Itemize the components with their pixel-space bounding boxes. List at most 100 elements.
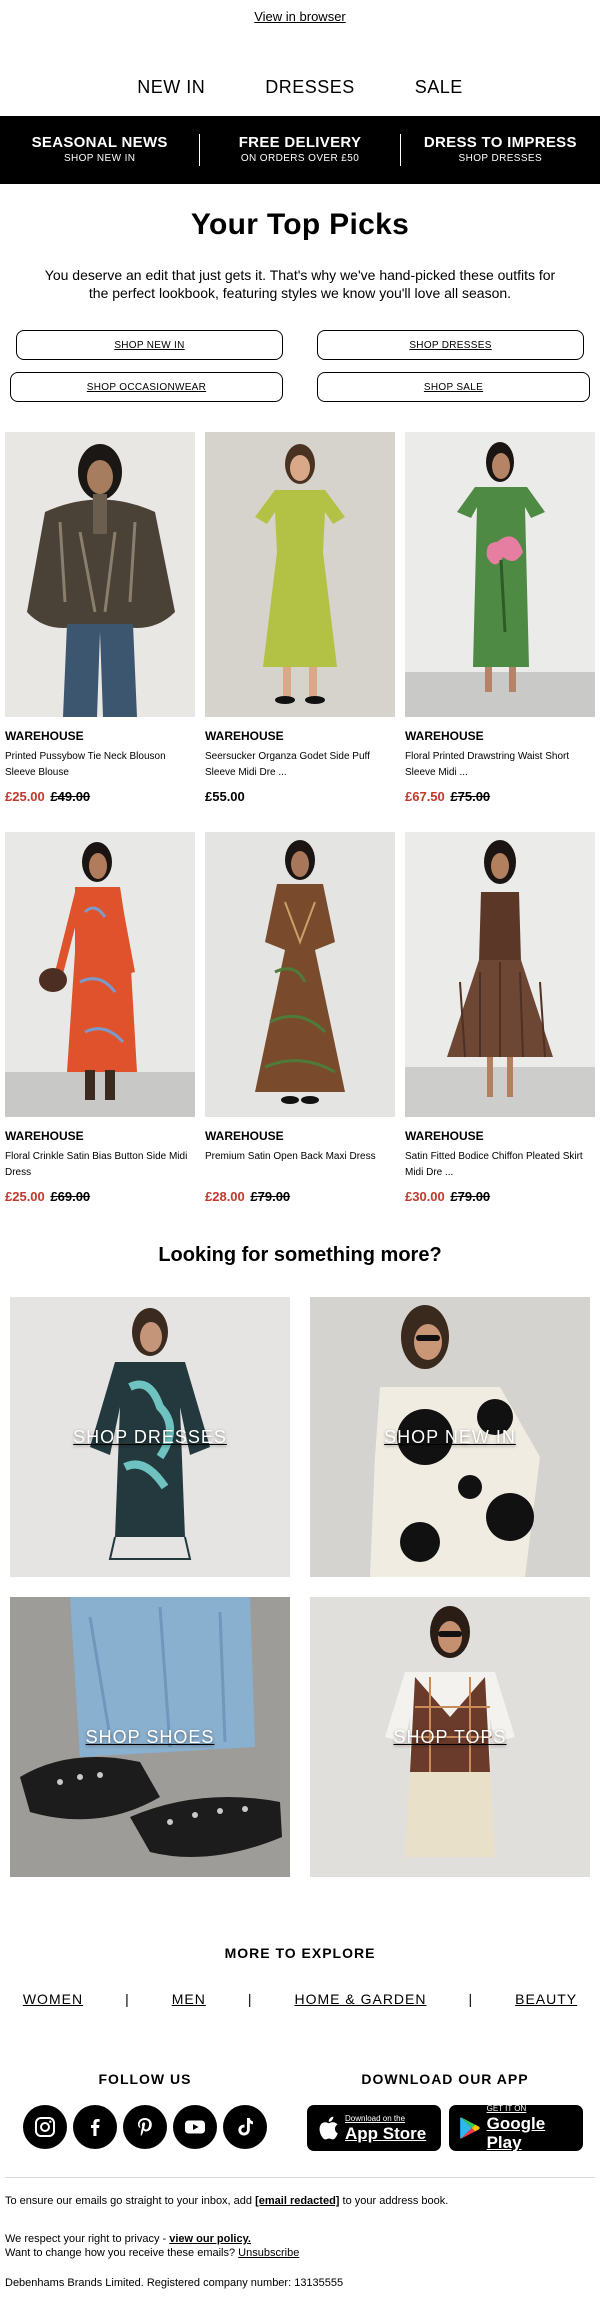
apple-icon <box>319 2116 338 2140</box>
product-image[interactable] <box>405 432 595 717</box>
product-image[interactable] <box>5 832 195 1117</box>
footer-divider <box>5 2177 595 2178</box>
promo-dress-to-impress[interactable]: DRESS TO IMPRESS SHOP DRESSES <box>399 134 600 166</box>
promo-title: DRESS TO IMPRESS <box>423 134 577 151</box>
pinterest-icon[interactable] <box>123 2105 167 2149</box>
tiktok-icon[interactable] <box>223 2105 267 2149</box>
shop-button-grid: SHOP NEW IN SHOP DRESSES SHOP OCCASIONWE… <box>0 330 600 402</box>
product-name[interactable]: Seersucker Organza Godet Side Puff Sleev… <box>205 749 395 781</box>
nav-new-in[interactable]: NEW IN <box>137 77 205 98</box>
product-grid-row-2: WAREHOUSE Floral Crinkle Satin Bias Butt… <box>0 832 600 1204</box>
view-in-browser-link[interactable]: View in browser <box>254 9 346 24</box>
shop-occasionwear-button[interactable]: SHOP OCCASIONWEAR <box>10 372 283 402</box>
more-section-title: Looking for something more? <box>158 1244 442 1266</box>
product-prices: £28.00 £79.00 <box>205 1189 395 1204</box>
shop-shoes-tile[interactable]: SHOP SHOES <box>10 1597 290 1877</box>
nav-sale[interactable]: SALE <box>415 77 463 98</box>
product-image[interactable] <box>405 832 595 1117</box>
product-brand: WAREHOUSE <box>205 1129 284 1143</box>
product-brand: WAREHOUSE <box>405 729 484 743</box>
explore-links: WOMEN | MEN | HOME & GARDEN | BEAUTY <box>0 1991 600 2007</box>
separator: | <box>468 1991 474 2007</box>
product-card[interactable]: WAREHOUSE Floral Printed Drawstring Wais… <box>405 432 595 804</box>
product-card[interactable]: WAREHOUSE Printed Pussybow Tie Neck Blou… <box>5 432 195 804</box>
social-icons <box>0 2105 290 2149</box>
youtube-icon[interactable] <box>173 2105 217 2149</box>
product-name[interactable]: Satin Fitted Bodice Chiffon Pleated Skir… <box>405 1149 595 1181</box>
explore-men-link[interactable]: MEN <box>172 1991 206 2007</box>
address-book-note: To ensure our emails go straight to your… <box>5 2194 595 2208</box>
product-was-price: £75.00 <box>450 789 491 804</box>
product-name[interactable]: Premium Satin Open Back Maxi Dress <box>205 1149 395 1181</box>
address-book-post: to your address book. <box>342 2195 449 2207</box>
product-price: £67.50 <box>405 789 445 804</box>
product-brand: WAREHOUSE <box>5 729 84 743</box>
hero-title: Your Top Picks <box>190 208 410 241</box>
follow-and-app-section: FOLLOW US DOWNLOAD OUR APP Download on t… <box>0 2071 600 2152</box>
promo-title: SEASONAL NEWS <box>31 134 168 151</box>
address-book-pre: To ensure our emails go straight to your… <box>5 2195 253 2207</box>
promo-free-delivery[interactable]: FREE DELIVERY ON ORDERS OVER £50 <box>199 134 399 166</box>
product-name[interactable]: Printed Pussybow Tie Neck Blouson Sleeve… <box>5 749 195 781</box>
privacy-note: We respect your right to privacy - view … <box>5 2232 595 2246</box>
product-price: £25.00 <box>5 789 45 804</box>
privacy-policy-link[interactable]: view our policy. <box>169 2233 251 2245</box>
instagram-icon[interactable] <box>23 2105 67 2149</box>
app-store-small-text: Download on the <box>345 2113 406 2123</box>
shop-sale-button[interactable]: SHOP SALE <box>317 372 590 402</box>
nav-dresses[interactable]: DRESSES <box>265 77 355 98</box>
google-play-small-text: GET IT ON <box>486 2104 527 2113</box>
promo-bar: SEASONAL NEWS SHOP NEW IN FREE DELIVERY … <box>0 116 600 184</box>
product-name[interactable]: Floral Printed Drawstring Waist Short Sl… <box>405 749 595 781</box>
product-prices: £25.00 £49.00 <box>5 789 195 804</box>
shop-tops-tile[interactable]: SHOP TOPS <box>310 1597 590 1877</box>
product-image[interactable] <box>205 832 395 1117</box>
product-prices: £25.00 £69.00 <box>5 1189 195 1204</box>
product-card[interactable]: WAREHOUSE Satin Fitted Bodice Chiffon Pl… <box>405 832 595 1204</box>
product-prices: £55.00 <box>205 789 395 804</box>
unsubscribe-link[interactable]: Unsubscribe <box>238 2247 299 2259</box>
footer: To ensure our emails go straight to your… <box>0 2194 600 2290</box>
shop-new-in-label: SHOP NEW IN <box>384 1426 516 1447</box>
product-price: £28.00 <box>205 1189 245 1204</box>
product-brand: WAREHOUSE <box>205 729 284 743</box>
store-badges: Download on the App Store GET IT ON Goog… <box>290 2104 600 2152</box>
product-price: £55.00 <box>205 789 245 804</box>
shop-dresses-label: SHOP DRESSES <box>73 1426 227 1447</box>
explore-beauty-link[interactable]: BEAUTY <box>515 1991 577 2007</box>
explore-home-garden-link[interactable]: HOME & GARDEN <box>294 1991 426 2007</box>
shop-dresses-tile[interactable]: SHOP DRESSES <box>10 1297 290 1577</box>
explore-women-link[interactable]: WOMEN <box>23 1991 83 2007</box>
top-nav: NEW IN DRESSES SALE <box>0 36 600 106</box>
change-emails-text: Want to change how you receive these ema… <box>5 2247 236 2259</box>
product-card[interactable]: WAREHOUSE Premium Satin Open Back Maxi D… <box>205 832 395 1204</box>
product-card[interactable]: WAREHOUSE Seersucker Organza Godet Side … <box>205 432 395 804</box>
promo-seasonal-news[interactable]: SEASONAL NEWS SHOP NEW IN <box>0 134 199 166</box>
google-play-button[interactable]: GET IT ON Google Play <box>449 2104 583 2152</box>
promo-title: FREE DELIVERY <box>238 134 362 151</box>
product-name[interactable]: Floral Crinkle Satin Bias Button Side Mi… <box>5 1149 195 1181</box>
product-brand: WAREHOUSE <box>405 1129 484 1143</box>
google-play-big-text: Google Play <box>486 2114 546 2152</box>
facebook-icon[interactable] <box>73 2105 117 2149</box>
app-store-button[interactable]: Download on the App Store <box>307 2105 441 2151</box>
privacy-pre: We respect your right to privacy - <box>5 2233 167 2245</box>
shop-shoes-label: SHOP SHOES <box>85 1726 215 1747</box>
product-card[interactable]: WAREHOUSE Floral Crinkle Satin Bias Butt… <box>5 832 195 1204</box>
product-image[interactable] <box>5 432 195 717</box>
app-store-big-text: App Store <box>345 2123 427 2143</box>
hero-text: You deserve an edit that just gets it. T… <box>44 267 556 301</box>
shop-dresses-button[interactable]: SHOP DRESSES <box>317 330 584 360</box>
product-was-price: £79.00 <box>450 1189 491 1204</box>
product-image[interactable] <box>205 432 395 717</box>
separator: | <box>247 1991 253 2007</box>
google-play-icon <box>460 2117 480 2139</box>
shop-new-in-tile[interactable]: SHOP NEW IN <box>310 1297 590 1577</box>
shop-new-in-button[interactable]: SHOP NEW IN <box>16 330 283 360</box>
product-price: £30.00 <box>405 1189 445 1204</box>
download-app-column: DOWNLOAD OUR APP Download on the App Sto… <box>290 2071 600 2152</box>
separator: | <box>125 1991 130 2007</box>
product-prices: £30.00 £79.00 <box>405 1189 595 1204</box>
promo-subtitle: ON ORDERS OVER £50 <box>240 153 360 164</box>
email-address-link[interactable]: [email redacted] <box>255 2195 339 2207</box>
